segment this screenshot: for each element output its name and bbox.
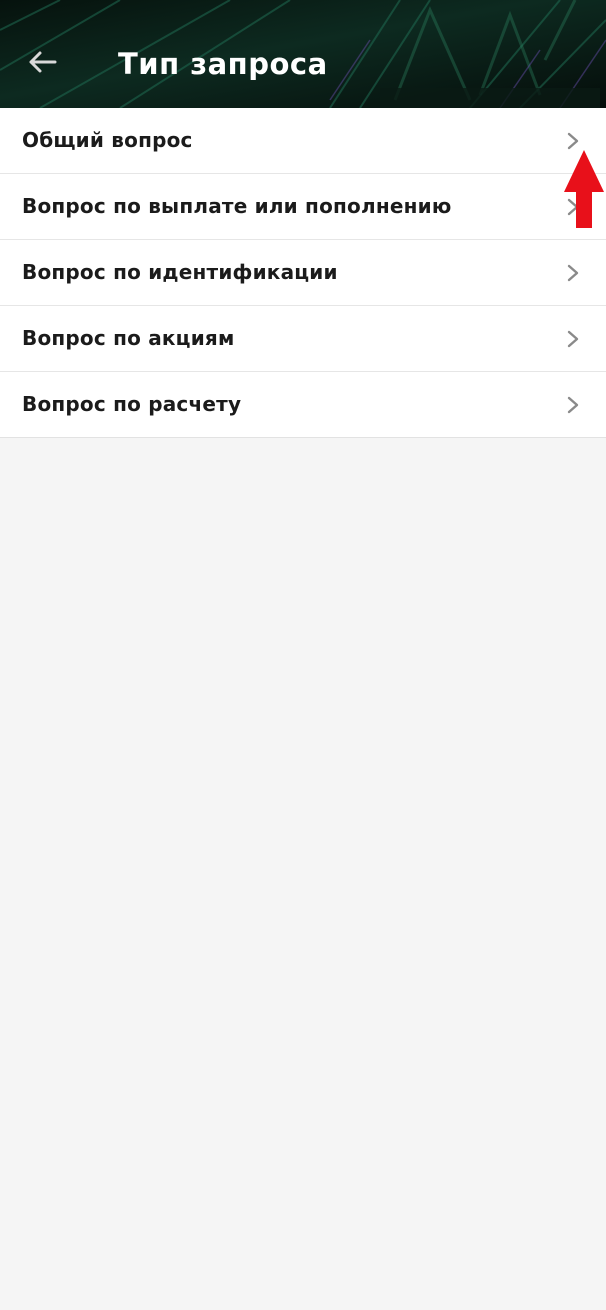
list-item-label: Вопрос по идентификации: [22, 260, 338, 284]
page-title: Тип запроса: [118, 47, 328, 81]
chevron-right-icon: [567, 396, 579, 414]
back-button[interactable]: [20, 40, 64, 84]
list-item-label: Вопрос по акциям: [22, 326, 235, 350]
request-type-list: Общий вопрос Вопрос по выплате или попол…: [0, 108, 606, 438]
list-item-general-question[interactable]: Общий вопрос: [0, 108, 606, 174]
list-item-label: Вопрос по расчету: [22, 392, 242, 416]
arrow-up-icon: [564, 150, 604, 228]
chevron-right-icon: [567, 264, 579, 282]
list-item-settlement-question[interactable]: Вопрос по расчету: [0, 372, 606, 437]
app-header: Тип запроса: [0, 0, 606, 108]
list-item-identification-question[interactable]: Вопрос по идентификации: [0, 240, 606, 306]
arrow-left-icon: [29, 51, 57, 73]
list-item-promotions-question[interactable]: Вопрос по акциям: [0, 306, 606, 372]
list-item-label: Общий вопрос: [22, 128, 193, 152]
list-item-label: Вопрос по выплате или пополнению: [22, 194, 452, 218]
list-item-payout-or-deposit-question[interactable]: Вопрос по выплате или пополнению: [0, 174, 606, 240]
chevron-right-icon: [567, 330, 579, 348]
